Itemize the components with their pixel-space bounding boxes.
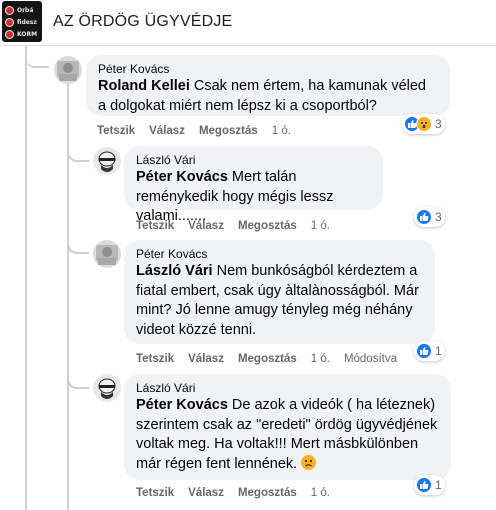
avatar[interactable] xyxy=(93,374,121,402)
reply-button[interactable]: Válasz xyxy=(149,125,185,137)
thread-line xyxy=(25,46,27,510)
group-title[interactable]: AZ ÖRDÖG ÜGYVÉDJE xyxy=(53,13,232,31)
comment-text: Péter Kovács De azok a videók ( ha létez… xyxy=(136,396,439,474)
comment-bubble: Péter Kovács Roland Kellei Csak nem érte… xyxy=(86,55,450,116)
red-dot-icon xyxy=(5,18,14,27)
red-dot-icon xyxy=(5,6,14,15)
reply-button[interactable]: Válasz xyxy=(188,487,224,499)
group-thumbnail[interactable]: Orbá fidesz KORM xyxy=(2,1,42,42)
share-button[interactable]: Megosztás xyxy=(238,353,297,365)
like-button[interactable]: Tetszik xyxy=(136,353,174,365)
comment-actions: Tetszik Válasz Megosztás 1 ó. Módosítva xyxy=(136,353,411,365)
comment-timestamp[interactable]: 1 ó. xyxy=(311,487,330,499)
comment-bubble: László Vári Péter Kovács Mert talán remé… xyxy=(124,146,383,224)
comment-author[interactable]: László Vári xyxy=(136,380,439,396)
thread-line xyxy=(67,80,69,510)
comment-timestamp[interactable]: 1 ó. xyxy=(311,353,330,365)
reaction-summary[interactable]: 3 xyxy=(402,114,445,134)
comment-actions: Tetszik Válasz Megosztás 1 ó. xyxy=(136,220,344,232)
thread-branch xyxy=(67,375,89,389)
comment-author[interactable]: László Vári xyxy=(136,152,371,168)
like-icon xyxy=(416,209,432,225)
avatar[interactable] xyxy=(93,240,121,268)
wow-icon xyxy=(416,116,432,132)
reaction-summary[interactable]: 1 xyxy=(414,341,445,361)
thread-branch xyxy=(67,240,89,254)
reaction-count: 1 xyxy=(435,344,442,358)
reaction-summary[interactable]: 1 xyxy=(414,475,445,495)
thread-branch xyxy=(67,148,89,162)
like-button[interactable]: Tetszik xyxy=(136,487,174,499)
comment-actions: Tetszik Válasz Megosztás 1 ó. xyxy=(97,125,305,137)
mention-link[interactable]: Roland Kellei xyxy=(98,78,190,94)
comment-timestamp[interactable]: 1 ó. xyxy=(311,220,330,232)
like-button[interactable]: Tetszik xyxy=(136,220,174,232)
comment-bubble: László Vári Péter Kovács De azok a videó… xyxy=(124,374,451,480)
share-button[interactable]: Megosztás xyxy=(238,220,297,232)
reaction-count: 3 xyxy=(435,117,442,131)
comment-text: Péter Kovács Mert talán reménykedik hogy… xyxy=(136,168,371,227)
reaction-count: 1 xyxy=(435,478,442,492)
avatar[interactable] xyxy=(54,56,82,84)
comment-author[interactable]: Péter Kovács xyxy=(136,246,423,262)
comment-author[interactable]: Péter Kovács xyxy=(98,61,438,77)
like-button[interactable]: Tetszik xyxy=(97,125,135,137)
avatar[interactable] xyxy=(93,147,121,175)
share-button[interactable]: Megosztás xyxy=(238,487,297,499)
comment-actions: Tetszik Válasz Megosztás 1 ó. xyxy=(136,487,344,499)
edited-label: Módosítva xyxy=(343,353,397,365)
red-dot-icon xyxy=(5,30,14,39)
reaction-summary[interactable]: 3 xyxy=(414,207,445,227)
thumb-line: KORM xyxy=(17,31,38,38)
mention-link[interactable]: Péter Kovács xyxy=(136,169,228,185)
mention-link[interactable]: László Vári xyxy=(136,263,213,279)
like-icon xyxy=(416,477,432,493)
thread-branch xyxy=(25,52,49,68)
comment-text: László Vári Nem bunkóságból kérdeztem a … xyxy=(136,262,423,340)
frowning-face-emoji xyxy=(301,454,317,470)
reply-button[interactable]: Válasz xyxy=(188,353,224,365)
comment-bubble: Péter Kovács László Vári Nem bunkóságból… xyxy=(124,240,435,344)
share-button[interactable]: Megosztás xyxy=(199,125,258,137)
comment-text: Roland Kellei Csak nem értem, ha kamunak… xyxy=(98,77,438,116)
like-icon xyxy=(416,343,432,359)
group-header: Orbá fidesz KORM AZ ÖRDÖG ÜGYVÉDJE xyxy=(0,0,496,46)
reaction-count: 3 xyxy=(435,210,442,224)
thumb-line: fidesz xyxy=(17,19,37,26)
thumb-line: Orbá xyxy=(17,7,34,14)
comment-timestamp[interactable]: 1 ó. xyxy=(272,125,291,137)
mention-link[interactable]: Péter Kovács xyxy=(136,397,228,413)
reply-button[interactable]: Válasz xyxy=(188,220,224,232)
